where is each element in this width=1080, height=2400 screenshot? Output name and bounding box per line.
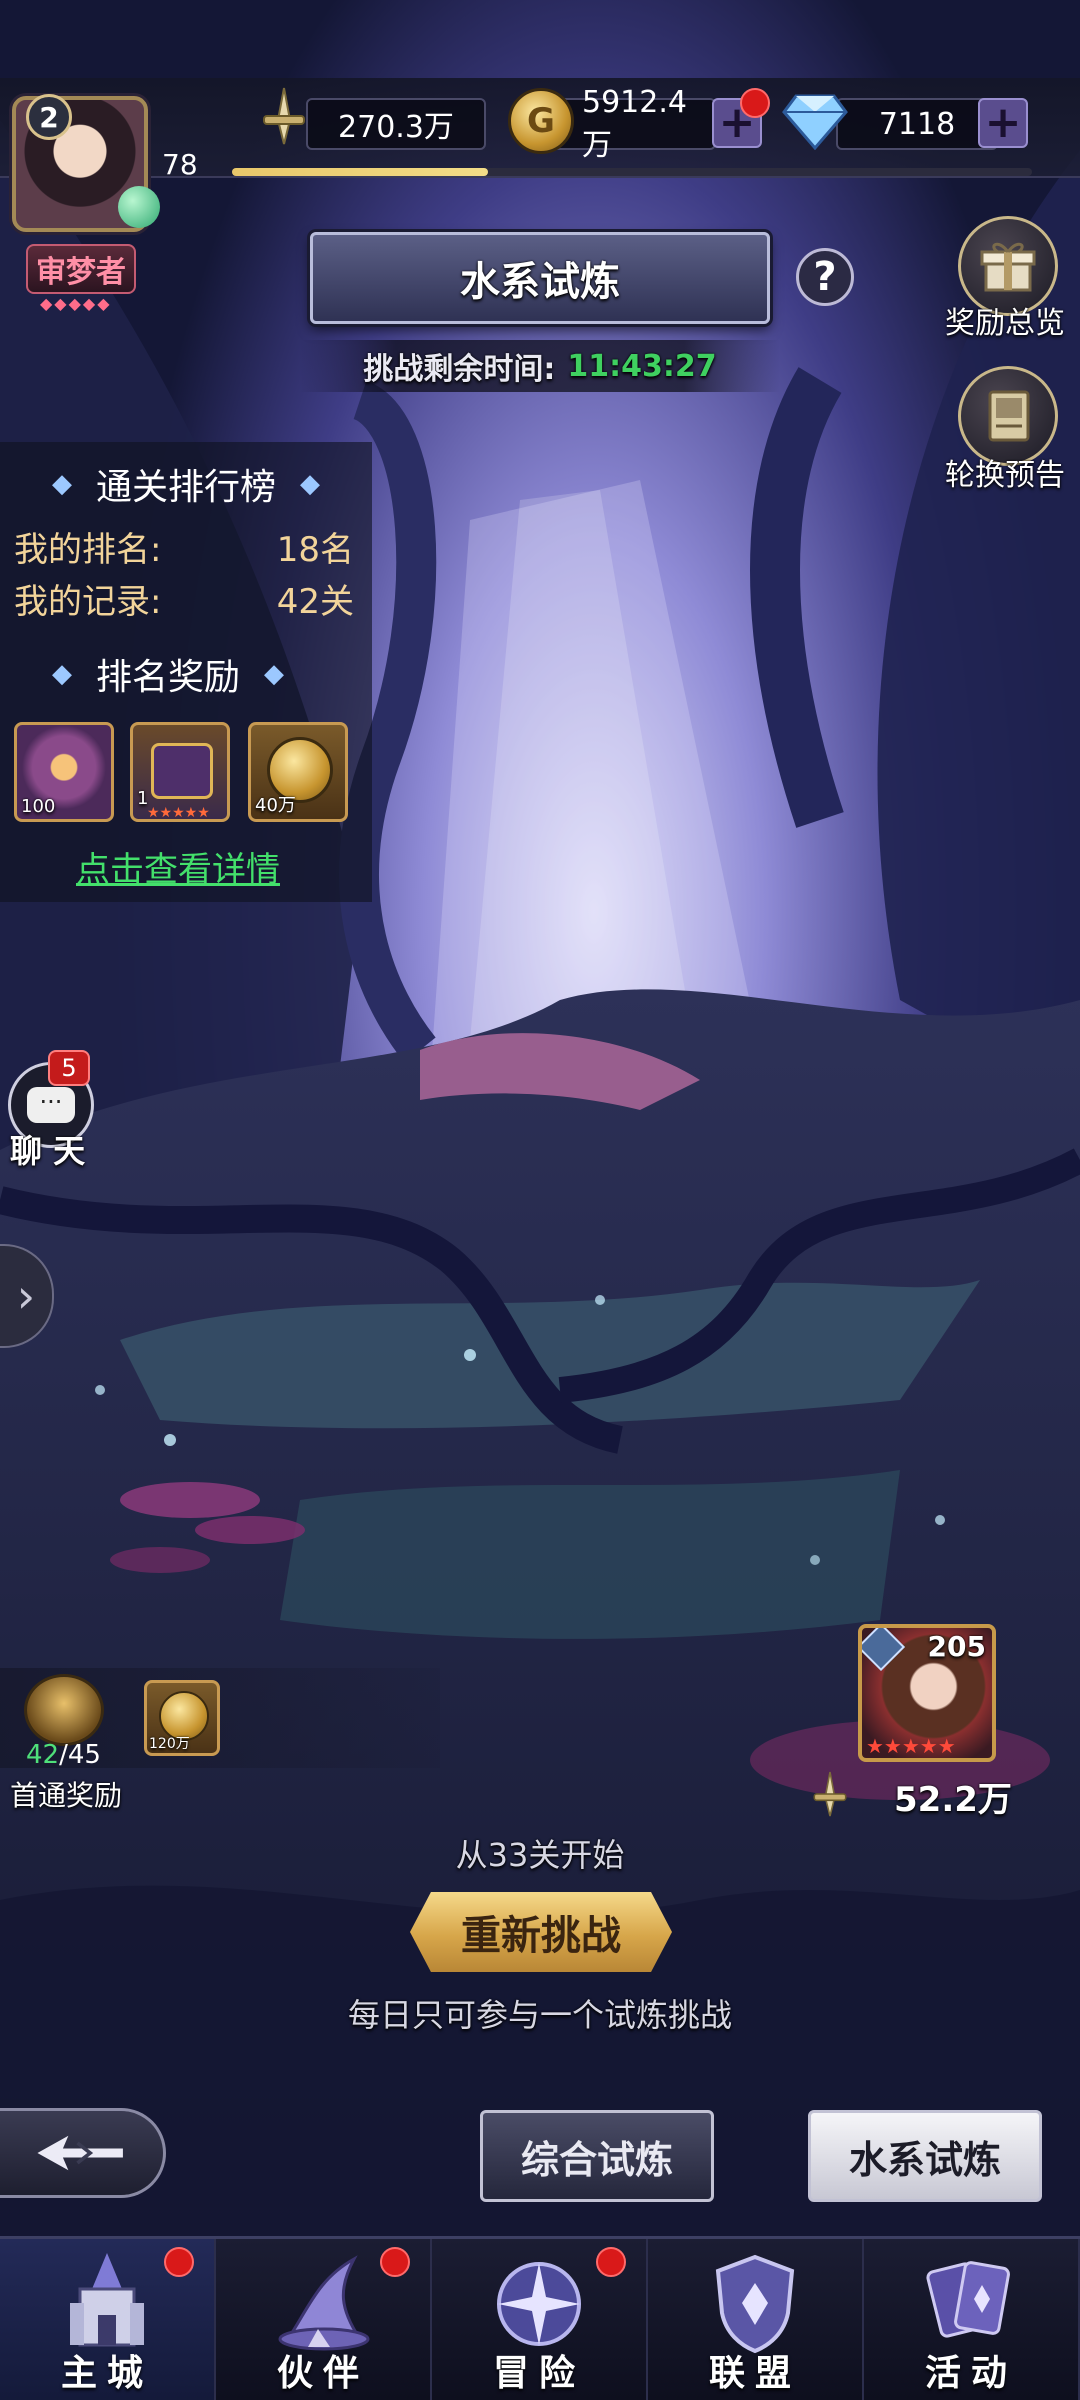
my-record-row: 我的记录: 42关 <box>14 574 354 623</box>
avatar-level-badge: 2 <box>26 94 72 140</box>
leaderboard-title: 通关排行榜 <box>96 467 277 508</box>
my-record-value: 42关 <box>276 582 354 622</box>
chat-badge-count: 5 <box>61 1054 77 1082</box>
my-rank-row: 我的排名: 18名 <box>14 522 354 571</box>
wizard-hat-icon <box>278 2255 370 2351</box>
gold-notification-dot <box>740 88 770 118</box>
rank-reward-header: ◆ 排名奖励 ◆ <box>52 648 284 700</box>
chest-icon <box>151 743 213 799</box>
nav-notification-dot <box>164 2247 194 2277</box>
title-badge-text: 审梦者 <box>36 255 126 290</box>
rotation-preview-label: 轮换预告 <box>945 458 1065 493</box>
reward-slot-orb[interactable]: 100 <box>14 722 114 822</box>
castle-icon <box>70 2253 144 2347</box>
diamond-bullet-icon: ◆ <box>52 659 72 689</box>
leaderboard-header: ◆ 通关排行榜 ◆ <box>52 458 320 510</box>
nav-adventure[interactable]: 冒险 <box>432 2239 648 2400</box>
progress-done: 42 <box>26 1740 60 1770</box>
trial-title: 水系试炼 <box>460 259 620 305</box>
chevron-right-icon: › <box>16 1269 36 1323</box>
diamond-icon <box>782 92 848 151</box>
progress-total: /45 <box>59 1740 101 1770</box>
first-clear-progress: 42/45 <box>26 1740 101 1770</box>
experience-bar-fill <box>232 168 488 176</box>
countdown-timer: 11:43:27 <box>567 348 717 384</box>
countdown-label: 挑战剩余时间: <box>363 352 556 387</box>
cards-icon <box>926 2261 1010 2338</box>
tab-water-trial[interactable]: 水系试炼 <box>808 2110 1042 2202</box>
reward-qty: 100 <box>21 796 56 817</box>
retry-challenge-button[interactable]: 重新挑战 <box>410 1892 672 1972</box>
hero-element-icon <box>862 1628 906 1672</box>
compass-star-icon <box>497 2262 581 2346</box>
countdown-row: 挑战剩余时间: 11:43:27 <box>300 340 780 392</box>
reward-slot-chest[interactable]: 1 ★★★★★ <box>130 722 230 822</box>
chat-badge: 5 <box>48 1050 90 1086</box>
hero-level: 205 <box>927 1630 986 1663</box>
nav-alliance[interactable]: 联盟 <box>648 2239 864 2400</box>
chat-label: 聊 天 <box>10 1132 86 1170</box>
nav-partners[interactable]: 伙伴 <box>216 2239 432 2400</box>
nav-main-city[interactable]: 主城 <box>0 2239 216 2400</box>
my-rank-label: 我的排名: <box>14 530 162 570</box>
back-button[interactable] <box>0 2108 166 2198</box>
gold-coin-icon: G <box>508 88 574 154</box>
add-diamond-button[interactable]: + <box>978 98 1028 148</box>
my-rank-value: 18名 <box>276 530 354 570</box>
title-badge-stars: ◆◆◆◆◆ <box>40 294 112 313</box>
hero-power-sword-icon <box>808 1770 852 1818</box>
first-clear-label: 首通奖励 <box>10 1779 123 1812</box>
tab-general-trial[interactable]: 综合试炼 <box>480 2110 714 2202</box>
power-sword-icon <box>256 86 312 146</box>
diamond-display: 7118 <box>836 98 998 150</box>
my-record-label: 我的记录: <box>14 582 162 622</box>
avatar-level-text: 2 <box>39 100 59 134</box>
nav-notification-dot <box>596 2247 626 2277</box>
start-stage-text: 从33关开始 <box>455 1836 625 1874</box>
nav-events[interactable]: 活动 <box>864 2239 1080 2400</box>
diamond-bullet-icon: ◆ <box>264 659 285 689</box>
help-button[interactable]: ? <box>796 248 854 306</box>
tab-general-label: 综合试炼 <box>520 2137 673 2182</box>
green-orb-ornament <box>118 186 160 228</box>
diamond-bullet-icon: ◆ <box>300 469 321 499</box>
trial-title-banner: 水系试炼 <box>310 232 770 324</box>
power-display: 270.3万 <box>306 98 486 150</box>
retry-button-label: 重新挑战 <box>461 1913 621 1959</box>
first-clear-reward-gold[interactable]: 120万 <box>144 1680 220 1756</box>
title-badge[interactable]: 审梦者 <box>26 244 136 294</box>
hero-stars: ★★★★★ <box>866 1734 956 1758</box>
experience-bar <box>232 168 1032 176</box>
reward-qty: 120万 <box>149 1736 190 1752</box>
hero-power: 52.2万 <box>894 1780 1012 1820</box>
reward-qty: 40万 <box>255 795 296 816</box>
hero-card[interactable]: 205 ★★★★★ <box>858 1624 996 1762</box>
rank-reward-title: 排名奖励 <box>96 657 241 698</box>
nav-notification-dot <box>380 2247 410 2277</box>
bottom-nav: 主城 伙伴 冒险 联盟 活动 <box>0 2236 1080 2400</box>
player-level-number: 78 <box>162 148 198 181</box>
power-value: 270.3万 <box>338 110 454 145</box>
daily-limit-note: 每日只可参与一个试炼挑战 <box>347 1996 732 2034</box>
diamond-value: 7118 <box>878 106 956 142</box>
shield-icon <box>715 2254 795 2354</box>
back-arrow-icon <box>36 2135 123 2171</box>
chest-stars: ★★★★★ <box>147 805 210 821</box>
tab-water-label: 水系试炼 <box>848 2137 1001 2182</box>
reward-slot-gold[interactable]: 40万 <box>248 722 348 822</box>
diamond-bullet-icon: ◆ <box>52 469 72 499</box>
rewards-overview-label: 奖励总览 <box>945 306 1065 341</box>
first-clear-chest-icon[interactable] <box>24 1674 104 1746</box>
view-details-link[interactable]: 点击查看详情 <box>76 842 280 891</box>
